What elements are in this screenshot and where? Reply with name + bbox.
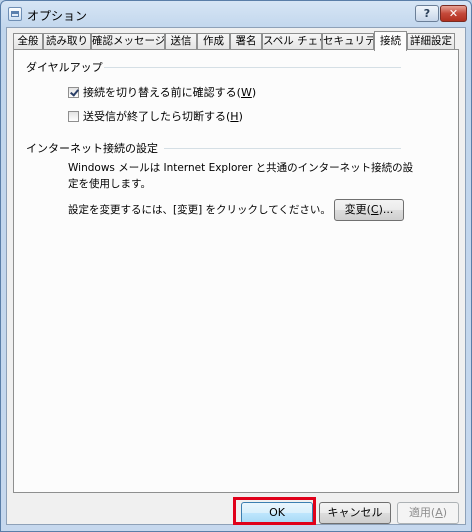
mail-app-icon bbox=[8, 7, 22, 21]
internet-group-divider bbox=[164, 148, 401, 149]
change-button[interactable]: 変更(C)... bbox=[334, 199, 404, 221]
tab-general[interactable]: 全般 bbox=[13, 33, 43, 50]
internet-description-line2: 定を使用します。 bbox=[68, 178, 151, 190]
dialup-group-divider bbox=[104, 67, 401, 68]
help-button[interactable]: ? bbox=[415, 5, 439, 22]
tab-send[interactable]: 送信 bbox=[165, 33, 197, 50]
confirm-switch-option[interactable]: 接続を切り替える前に確認する(W) bbox=[68, 84, 256, 100]
tab-security[interactable]: セキュリティ bbox=[322, 33, 374, 50]
tab-advanced[interactable]: 詳細設定 bbox=[407, 33, 455, 50]
tab-receipts[interactable]: 確認メッセージ bbox=[91, 33, 165, 50]
tab-read[interactable]: 読み取り bbox=[43, 33, 91, 50]
confirm-switch-label: 接続を切り替える前に確認する(W) bbox=[83, 86, 257, 99]
change-hint-text: 設定を変更するには、[変更] をクリックしてください。 bbox=[68, 204, 331, 216]
title-bar: オプション ? ✕ bbox=[1, 1, 471, 27]
tab-strip: 全般 読み取り 確認メッセージ 送信 作成 署名 スペル チェック セキュリティ… bbox=[13, 31, 459, 51]
tab-compose[interactable]: 作成 bbox=[197, 33, 230, 50]
tab-spelling[interactable]: スペル チェック bbox=[262, 33, 322, 50]
hangup-checkbox[interactable] bbox=[68, 110, 79, 122]
dialup-group-title: ダイヤルアップ bbox=[26, 61, 103, 74]
internet-description-line1: Windows メールは Internet Explorer と共通のインターネ… bbox=[68, 162, 414, 174]
close-button[interactable]: ✕ bbox=[440, 5, 467, 22]
connection-panel: ダイヤルアップ 接続を切り替える前に確認する(W) 送受信が終了したら切断する(… bbox=[13, 49, 459, 493]
options-dialog: オプション ? ✕ 全般 読み取り 確認メッセージ 送信 作成 署名 スペル チ… bbox=[0, 0, 472, 532]
internet-group-title: インターネット接続の設定 bbox=[26, 142, 158, 155]
dialog-client-area: 全般 読み取り 確認メッセージ 送信 作成 署名 スペル チェック セキュリティ… bbox=[6, 27, 466, 525]
confirm-switch-checkbox[interactable] bbox=[68, 86, 79, 98]
cancel-button[interactable]: キャンセル bbox=[319, 502, 391, 524]
tab-connection[interactable]: 接続 bbox=[374, 31, 407, 51]
hangup-label: 送受信が終了したら切断する(H) bbox=[83, 110, 243, 123]
apply-button[interactable]: 適用(A) bbox=[397, 502, 459, 524]
hangup-option[interactable]: 送受信が終了したら切断する(H) bbox=[68, 108, 243, 124]
tab-signatures[interactable]: 署名 bbox=[230, 33, 262, 50]
window-title: オプション bbox=[27, 9, 88, 23]
ok-button[interactable]: OK bbox=[241, 502, 313, 524]
